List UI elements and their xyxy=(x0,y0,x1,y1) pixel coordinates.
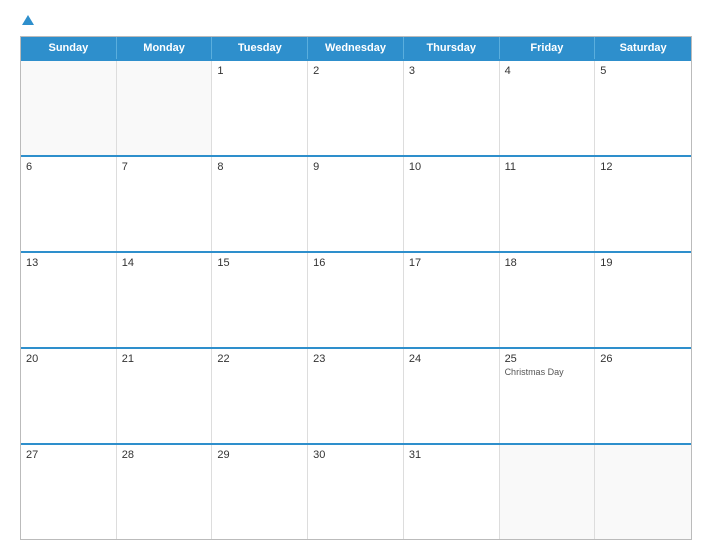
cal-cell-1-7: 5 xyxy=(595,61,691,155)
day-number: 25 xyxy=(505,353,590,365)
col-monday: Monday xyxy=(117,37,213,59)
cal-cell-1-2 xyxy=(117,61,213,155)
cal-cell-5-2: 28 xyxy=(117,445,213,539)
day-number: 2 xyxy=(313,65,398,77)
logo-triangle-icon xyxy=(22,15,34,25)
day-number: 7 xyxy=(122,161,207,173)
col-saturday: Saturday xyxy=(595,37,691,59)
day-number: 18 xyxy=(505,257,590,269)
day-number: 1 xyxy=(217,65,302,77)
day-number: 17 xyxy=(409,257,494,269)
day-number: 22 xyxy=(217,353,302,365)
cal-cell-3-4: 16 xyxy=(308,253,404,347)
day-number: 27 xyxy=(26,449,111,461)
cal-cell-4-3: 22 xyxy=(212,349,308,443)
col-sunday: Sunday xyxy=(21,37,117,59)
day-number: 19 xyxy=(600,257,686,269)
cal-cell-3-2: 14 xyxy=(117,253,213,347)
day-number: 26 xyxy=(600,353,686,365)
cal-cell-2-3: 8 xyxy=(212,157,308,251)
holiday-label: Christmas Day xyxy=(505,367,590,377)
day-number: 28 xyxy=(122,449,207,461)
cal-cell-3-5: 17 xyxy=(404,253,500,347)
week-row-5: 27 28 29 30 31 xyxy=(21,443,691,539)
day-number: 24 xyxy=(409,353,494,365)
cal-cell-3-1: 13 xyxy=(21,253,117,347)
cal-cell-1-4: 2 xyxy=(308,61,404,155)
week-row-2: 6789 10 11 12 xyxy=(21,155,691,251)
day-number: 8 xyxy=(217,161,302,173)
cal-cell-1-3: 1 xyxy=(212,61,308,155)
day-number: 29 xyxy=(217,449,302,461)
day-number: 12 xyxy=(600,161,686,173)
week-row-3: 13 14 15 16 17 18 19 xyxy=(21,251,691,347)
day-number: 13 xyxy=(26,257,111,269)
day-number: 6 xyxy=(26,161,111,173)
day-number: 30 xyxy=(313,449,398,461)
calendar-header: Sunday Monday Tuesday Wednesday Thursday… xyxy=(21,37,691,59)
cal-cell-4-5: 24 xyxy=(404,349,500,443)
cal-cell-4-4: 23 xyxy=(308,349,404,443)
cal-cell-1-6: 4 xyxy=(500,61,596,155)
col-thursday: Thursday xyxy=(404,37,500,59)
cal-cell-3-6: 18 xyxy=(500,253,596,347)
day-number: 15 xyxy=(217,257,302,269)
cal-cell-4-6: 25 Christmas Day xyxy=(500,349,596,443)
page: Sunday Monday Tuesday Wednesday Thursday… xyxy=(0,0,712,550)
cal-cell-2-2: 7 xyxy=(117,157,213,251)
cal-cell-3-3: 15 xyxy=(212,253,308,347)
day-number: 20 xyxy=(26,353,111,365)
col-friday: Friday xyxy=(500,37,596,59)
col-wednesday: Wednesday xyxy=(308,37,404,59)
day-number: 14 xyxy=(122,257,207,269)
cal-cell-5-6 xyxy=(500,445,596,539)
cal-cell-5-1: 27 xyxy=(21,445,117,539)
col-tuesday: Tuesday xyxy=(212,37,308,59)
cal-cell-2-1: 6 xyxy=(21,157,117,251)
day-number: 4 xyxy=(505,65,590,77)
day-number: 10 xyxy=(409,161,494,173)
day-number: 3 xyxy=(409,65,494,77)
cal-cell-1-5: 3 xyxy=(404,61,500,155)
cal-cell-5-5: 31 xyxy=(404,445,500,539)
day-number: 23 xyxy=(313,353,398,365)
cal-cell-4-7: 26 xyxy=(595,349,691,443)
week-row-4: 20 21 22 23 24 25 Christmas Day 26 xyxy=(21,347,691,443)
cal-cell-5-7 xyxy=(595,445,691,539)
day-number: 9 xyxy=(313,161,398,173)
logo xyxy=(20,16,34,26)
calendar-body: 1234567891011121314151617181920212223242… xyxy=(21,59,691,539)
day-number: 21 xyxy=(122,353,207,365)
day-number: 5 xyxy=(600,65,686,77)
week-row-1: 12345 xyxy=(21,59,691,155)
cal-cell-5-4: 30 xyxy=(308,445,404,539)
day-number: 31 xyxy=(409,449,494,461)
header xyxy=(20,16,692,26)
cal-cell-4-1: 20 xyxy=(21,349,117,443)
day-number: 16 xyxy=(313,257,398,269)
cal-cell-1-1 xyxy=(21,61,117,155)
cal-cell-3-7: 19 xyxy=(595,253,691,347)
cal-cell-2-6: 11 xyxy=(500,157,596,251)
cal-cell-5-3: 29 xyxy=(212,445,308,539)
calendar: Sunday Monday Tuesday Wednesday Thursday… xyxy=(20,36,692,540)
cal-cell-4-2: 21 xyxy=(117,349,213,443)
day-number: 11 xyxy=(505,161,590,173)
cal-cell-2-4: 9 xyxy=(308,157,404,251)
cal-cell-2-5: 10 xyxy=(404,157,500,251)
cal-cell-2-7: 12 xyxy=(595,157,691,251)
